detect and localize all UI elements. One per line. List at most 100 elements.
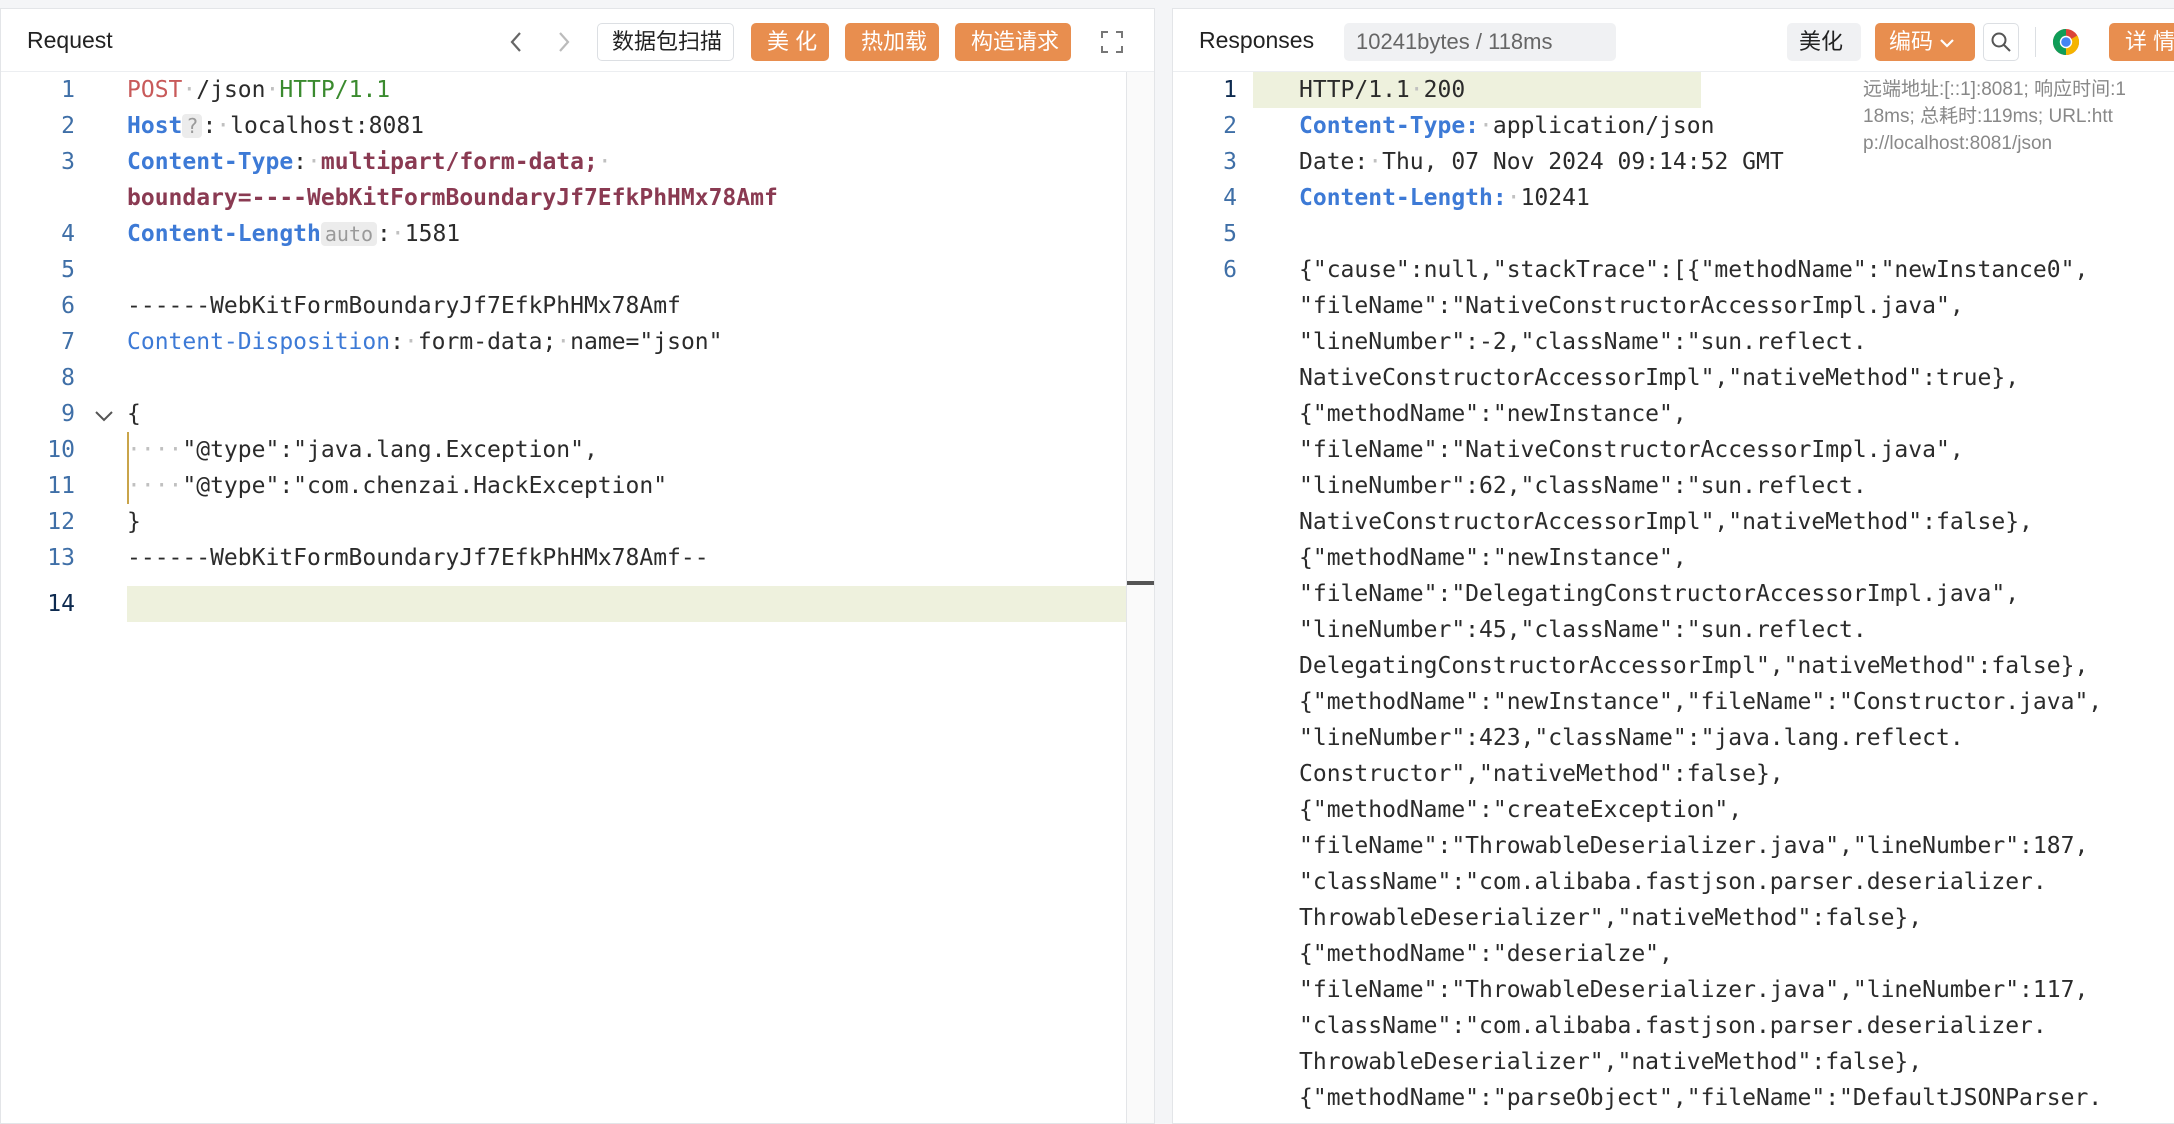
header-name: Content-Disposition [127, 329, 391, 355]
http-version: HTTP/1.1 [279, 77, 391, 103]
line-number: 4 [1223, 185, 1237, 211]
json-pair: "@type":"com.chenzai.HackException" [182, 473, 668, 499]
header-value: form-data; [417, 329, 557, 355]
line-number: 3 [61, 149, 75, 175]
response-body-line: "fileName":"NativeConstructorAccessorImp… [1299, 437, 1964, 463]
header-value: 10241 [1520, 185, 1590, 211]
open-in-browser-button[interactable] [2049, 23, 2083, 61]
beautify-button[interactable]: 美 化 [751, 23, 829, 61]
chevron-right-icon [559, 32, 570, 52]
search-icon [1991, 32, 2011, 52]
line-number: 11 [47, 473, 75, 499]
response-body-line: DelegatingConstructorAccessorImpl","nati… [1299, 653, 2089, 679]
code-line: Content-Type:·multipart/form-data;· [127, 149, 612, 175]
fold-chevron-icon[interactable] [93, 404, 115, 430]
response-body-line: "className":"com.alibaba.fastjson.parser… [1299, 1013, 2047, 1039]
line-number: 6 [1223, 257, 1237, 283]
header-name: Date: [1299, 149, 1369, 175]
response-body-line: "fileName":"NativeConstructorAccessorImp… [1299, 293, 1964, 319]
response-body-line: "lineNumber":423,"className":"java.lang.… [1299, 725, 1964, 751]
response-body-line: {"methodName":"newInstance", [1299, 545, 1687, 571]
search-button[interactable] [1983, 23, 2019, 61]
host-hint-badge[interactable]: ? [182, 114, 203, 138]
forward-button[interactable] [549, 23, 579, 61]
header-value: localhost:8081 [230, 113, 425, 139]
line-number: 8 [61, 365, 75, 391]
response-body-line: ThrowableDeserializer","nativeMethod":fa… [1299, 1049, 1923, 1075]
info-line: 18ms; 总耗时:119ms; URL:htt [1863, 106, 2113, 127]
code-line-wrap: boundary=----WebKitFormBoundaryJf7EfkPhH… [127, 180, 778, 216]
response-body-line: "lineNumber":45,"className":"sun.reflect… [1299, 617, 1867, 643]
code-line: ------WebKitFormBoundaryJf7EfkPhHMx78Amf [127, 293, 681, 319]
response-body-line: {"methodName":"newInstance", [1299, 401, 1687, 427]
code-line: POST·/json·HTTP/1.1 [127, 77, 391, 103]
packet-scan-button[interactable]: 数据包扫描 [597, 23, 734, 61]
line-number: 13 [47, 545, 75, 571]
chevron-left-icon [510, 32, 521, 52]
encode-dropdown[interactable]: 编码 [1875, 23, 1975, 61]
response-body-line: {"methodName":"createException", [1299, 797, 1743, 823]
divider [2035, 27, 2036, 57]
response-body-line: "className":"com.alibaba.fastjson.parser… [1299, 869, 2047, 895]
response-body-line: "lineNumber":-2,"className":"sun.reflect… [1299, 329, 1867, 355]
code-line: } [127, 509, 141, 535]
response-panel: Responses 10241bytes / 118ms 美化 编码 详 情 远… [1172, 8, 2174, 1124]
line-number: 1 [61, 77, 75, 103]
line-number: 9 [61, 401, 75, 427]
details-button[interactable]: 详 情 [2109, 23, 2174, 61]
line-number: 4 [61, 221, 75, 247]
response-body-line: ThrowableDeserializer","nativeMethod":fa… [1299, 905, 1923, 931]
line-number: 2 [61, 113, 75, 139]
header-value: boundary=----WebKitFormBoundaryJf7EfkPhH… [127, 185, 778, 211]
code-line: { [127, 401, 141, 427]
encode-label: 编码 [1889, 29, 1934, 54]
code-line: Date:·Thu, 07 Nov 2024 09:14:52 GMT [1299, 149, 1784, 175]
header-value: multipart/form-data; [320, 149, 598, 175]
response-body-line: {"cause":null,"stackTrace":[{"methodName… [1299, 257, 2089, 283]
request-panel: Request 数据包扫描 美 化 热加载 构造请求 1 2 3 4 5 6 7… [0, 8, 1155, 1124]
response-body-line: {"methodName":"parseObject","fileName":"… [1299, 1085, 2103, 1111]
line-number: 10 [47, 437, 75, 463]
json-pair: "@type":"java.lang.Exception", [182, 437, 598, 463]
code-line: Host?:·localhost:8081 [127, 113, 425, 139]
auto-length-badge[interactable]: auto [320, 222, 378, 246]
response-info: 远端地址:[::1]:8081; 响应时间:1 18ms; 总耗时:119ms;… [1863, 76, 2126, 157]
hot-reload-button[interactable]: 热加载 [845, 23, 939, 61]
response-title: Responses [1199, 27, 1315, 53]
response-body-line: "fileName":"ThrowableDeserializer.java",… [1299, 977, 2089, 1003]
line-number: 1 [1223, 77, 1237, 103]
response-body-line: "lineNumber":62,"className":"sun.reflect… [1299, 473, 1867, 499]
code-line: ····"@type":"com.chenzai.HackException" [127, 473, 668, 499]
response-editor[interactable]: 远端地址:[::1]:8081; 响应时间:1 18ms; 总耗时:119ms;… [1173, 72, 2174, 1123]
response-header: Responses 10241bytes / 118ms 美化 编码 详 情 [1173, 9, 2174, 72]
chevron-down-icon [1940, 39, 1954, 48]
http-method: POST [127, 77, 183, 103]
build-request-button[interactable]: 构造请求 [955, 23, 1071, 61]
fullscreen-button[interactable] [1093, 23, 1131, 61]
code-line: Content-Length auto:·1581 [127, 221, 461, 247]
line-number: 5 [1223, 221, 1237, 247]
request-title: Request [27, 27, 113, 53]
response-body-line: NativeConstructorAccessorImpl","nativeMe… [1299, 509, 2033, 535]
request-scrollbar[interactable] [1126, 72, 1154, 1123]
response-body-line: "fileName":"ThrowableDeserializer.java",… [1299, 833, 2089, 859]
response-body-line: {"methodName":"deserialze", [1299, 941, 1673, 967]
response-beautify-button[interactable]: 美化 [1787, 23, 1861, 61]
response-body-line: "fileName":"DelegatingConstructorAccesso… [1299, 581, 2020, 607]
header-name: Content-Length [127, 221, 321, 247]
back-button[interactable] [501, 23, 531, 61]
request-editor[interactable]: 1 2 3 4 5 6 7 8 9 10 11 12 13 14 POST·/j… [1, 72, 1154, 1123]
line-number: 2 [1223, 113, 1237, 139]
code-line: ····"@type":"java.lang.Exception", [127, 437, 598, 463]
header-name: Content-Type [127, 149, 294, 175]
code-line: Content-Length:·10241 [1299, 185, 1590, 211]
response-body-line: Constructor","nativeMethod":false}, [1299, 761, 1784, 787]
code-line: Content-Disposition:·form-data;·name="js… [127, 329, 723, 355]
header-name: Content-Type: [1299, 113, 1480, 139]
response-body-line: {"methodName":"newInstance","fileName":"… [1299, 689, 2103, 715]
code-line: Content-Type:·application/json [1299, 113, 1715, 139]
response-stats: 10241bytes / 118ms [1344, 23, 1616, 61]
header-value: Thu, 07 Nov 2024 09:14:52 GMT [1382, 149, 1784, 175]
line-number: 5 [61, 257, 75, 283]
code-line: HTTP/1.1·200 [1299, 77, 1466, 103]
